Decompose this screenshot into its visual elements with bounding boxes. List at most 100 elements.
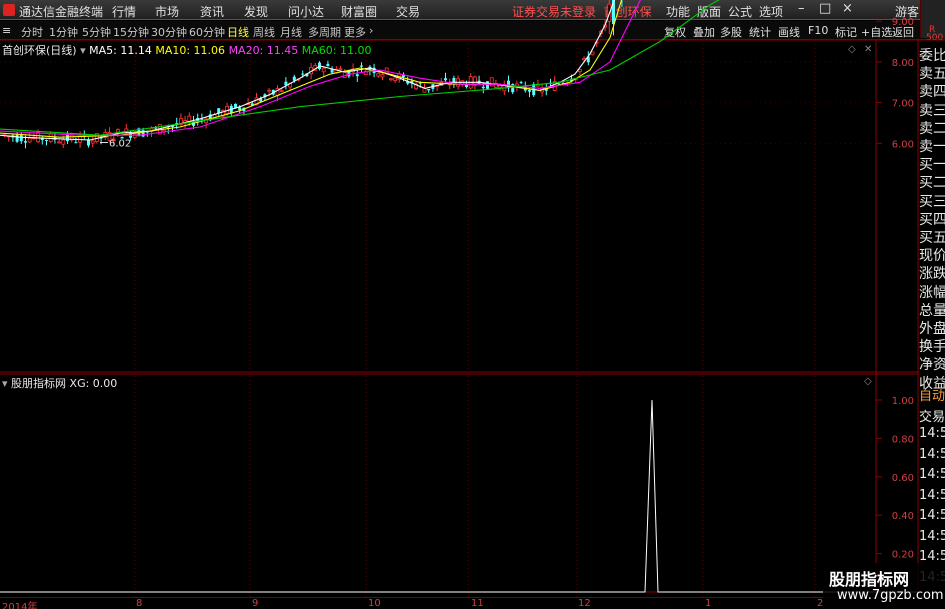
candle-body-92 <box>388 78 393 81</box>
main-chart-title: 首创环保(日线) <box>2 44 77 57</box>
indicator-tick-label-3: 0.80 <box>892 434 914 445</box>
diamond-icon: ◇ <box>848 44 856 55</box>
date-label-12: 12 <box>578 598 591 609</box>
candle-body-81 <box>342 71 347 78</box>
candle-body-85 <box>360 65 363 67</box>
price-annotation-1: 6.02 <box>109 138 131 149</box>
candle-body-14 <box>61 139 66 145</box>
candle-body-44 <box>187 115 192 122</box>
sidebar-item-11[interactable]: 现价 <box>919 246 945 266</box>
ma20-label: MA20: 11.45 <box>228 44 299 57</box>
price-tick-label-0: 6.00 <box>892 139 914 150</box>
candle-body-55 <box>234 103 237 108</box>
trade-sidebar-item-2[interactable]: 14:56 <box>919 426 945 441</box>
trade-sidebar-item-3[interactable]: 14:56 <box>919 447 945 462</box>
trade-sidebar-item-4[interactable]: 14:56 <box>919 467 945 482</box>
sidebar-item-4[interactable]: 卖二 <box>919 119 945 139</box>
trade-sidebar: 自动交易14:5614:5614:5614:5614:5614:5614:561… <box>918 385 945 590</box>
candle-body-101 <box>427 89 431 91</box>
trade-sidebar-item-0[interactable]: 自动 <box>919 385 945 404</box>
candle-body-66 <box>279 90 284 93</box>
candle-body-4 <box>19 135 23 142</box>
candle-body-80 <box>338 68 343 71</box>
candle-body-115 <box>486 81 489 89</box>
watermark: 股朋指标网 www.7gpzb.com <box>823 563 945 609</box>
trade-sidebar-item-7[interactable]: 14:56 <box>919 529 945 544</box>
sidebar-item-9[interactable]: 买四 <box>919 210 945 230</box>
candle-body-10 <box>45 139 48 141</box>
quote-sidebar: 委比 卖五 卖四 卖三 卖二 卖一 买一 买二 买三 买四 买五 现价 涨跌 涨幅 总量 外盘 换手 净资 收益 <box>918 46 945 392</box>
sidebar-item-6[interactable]: 买一 <box>919 155 945 175</box>
candle-body-13 <box>57 141 61 144</box>
candle-body-56 <box>238 107 242 111</box>
indicator-legend: ▾ 股朋指标网 XG: 0.00 <box>2 375 117 391</box>
candles-group <box>2 0 623 149</box>
price-tick-label-2: 8.00 <box>892 58 914 69</box>
sidebar-item-8[interactable]: 买三 <box>919 192 945 212</box>
candle-body-125 <box>528 90 531 92</box>
sidebar-item-5[interactable]: 卖一 <box>919 137 945 157</box>
trade-sidebar-item-5[interactable]: 14:56 <box>919 488 945 503</box>
candle-body-5 <box>24 141 27 143</box>
ma-line-ma10 <box>0 0 623 138</box>
candle-body-114 <box>481 86 485 89</box>
sidebar-item-12[interactable]: 涨跌 <box>919 264 945 284</box>
indicator-value: XG: 0.00 <box>69 377 118 390</box>
sidebar-item-13[interactable]: 涨幅 <box>919 283 945 303</box>
candle-body-27 <box>116 129 120 133</box>
candle-body-93 <box>393 77 398 81</box>
trade-sidebar-item-1[interactable]: 交易 <box>919 406 945 425</box>
candle-body-11 <box>48 133 53 142</box>
sidebar-item-15[interactable]: 外盘 <box>919 319 945 339</box>
close-panel-icon: ✕ <box>864 44 872 55</box>
sidebar-item-7[interactable]: 买二 <box>919 173 945 193</box>
indicator-tick-label-2: 0.60 <box>892 473 914 484</box>
date-axis: 2014年 8 9 10 11 12 1 2 <box>0 597 945 609</box>
candle-body-90 <box>380 74 385 78</box>
indicator-tick-label-1: 0.40 <box>892 511 914 522</box>
main-chart-legend: 首创环保(日线) ▾ MA5: 11.14 MA10: 11.06 MA20: … <box>2 42 372 58</box>
watermark-url: www.7gpzb.com <box>837 588 944 603</box>
price-tick-label-3: 9.00 <box>892 17 914 28</box>
sidebar-item-2[interactable]: 卖四 <box>919 82 945 102</box>
trade-sidebar-item-8[interactable]: 14:56 <box>919 549 945 564</box>
candle-body-123 <box>519 82 523 84</box>
candle-body-21 <box>90 140 95 144</box>
sidebar-item-10[interactable]: 买五 <box>919 228 945 248</box>
candle-body-77 <box>326 63 330 67</box>
candle-body-76 <box>321 67 326 73</box>
date-label-1: 1 <box>705 598 712 609</box>
sidebar-item-3[interactable]: 卖三 <box>919 101 945 121</box>
candle-body-105 <box>444 78 447 81</box>
indicator-title: 股朋指标网 <box>11 377 67 390</box>
legend-dropdown-icon[interactable]: ▾ <box>80 44 86 57</box>
sidebar-item-17[interactable]: 净资 <box>919 355 945 375</box>
sidebar-item-0[interactable]: 委比 <box>919 46 945 66</box>
ma-line-ma60 <box>0 0 720 136</box>
candle-body-84 <box>355 74 359 77</box>
indicator-tick-label-0: 0.20 <box>892 550 914 561</box>
indicator-dropdown-icon[interactable]: ▾ <box>2 377 8 390</box>
candle-body-89 <box>376 72 381 77</box>
xg-signal-line <box>0 399 918 593</box>
chart-svg: 6.007.008.009.0010.0011.0012.0013.0013.3… <box>0 0 945 597</box>
indicator-tick-label-4: 1.00 <box>892 396 914 407</box>
date-label-11: 11 <box>471 598 484 609</box>
sidebar-item-14[interactable]: 总量 <box>919 301 945 321</box>
ma5-label: MA5: 11.14 <box>89 44 152 57</box>
candle-body-17 <box>74 142 78 144</box>
ma10-label: MA10: 11.06 <box>155 44 226 57</box>
ma60-label: MA60: 11.00 <box>301 44 372 57</box>
date-label-8: 8 <box>136 598 143 609</box>
price-tick-label-1: 7.00 <box>892 99 914 110</box>
candle-body-6 <box>27 137 32 143</box>
sidebar-item-16[interactable]: 换手 <box>919 337 945 357</box>
date-label-2014: 2014年 <box>2 602 38 609</box>
trade-sidebar-item-6[interactable]: 14:56 <box>919 508 945 523</box>
date-label-10: 10 <box>368 598 381 609</box>
candle-body-3 <box>15 134 19 142</box>
sidebar-item-1[interactable]: 卖五 <box>919 64 945 84</box>
tdx-app-window: 通达信金融终端 行情 市场 资讯 发现 问小达 财富圈 交易 证券交易未登录 首… <box>0 0 945 609</box>
candle-body-71 <box>301 73 305 75</box>
indicator-diamond-icon: ◇ <box>864 376 872 387</box>
